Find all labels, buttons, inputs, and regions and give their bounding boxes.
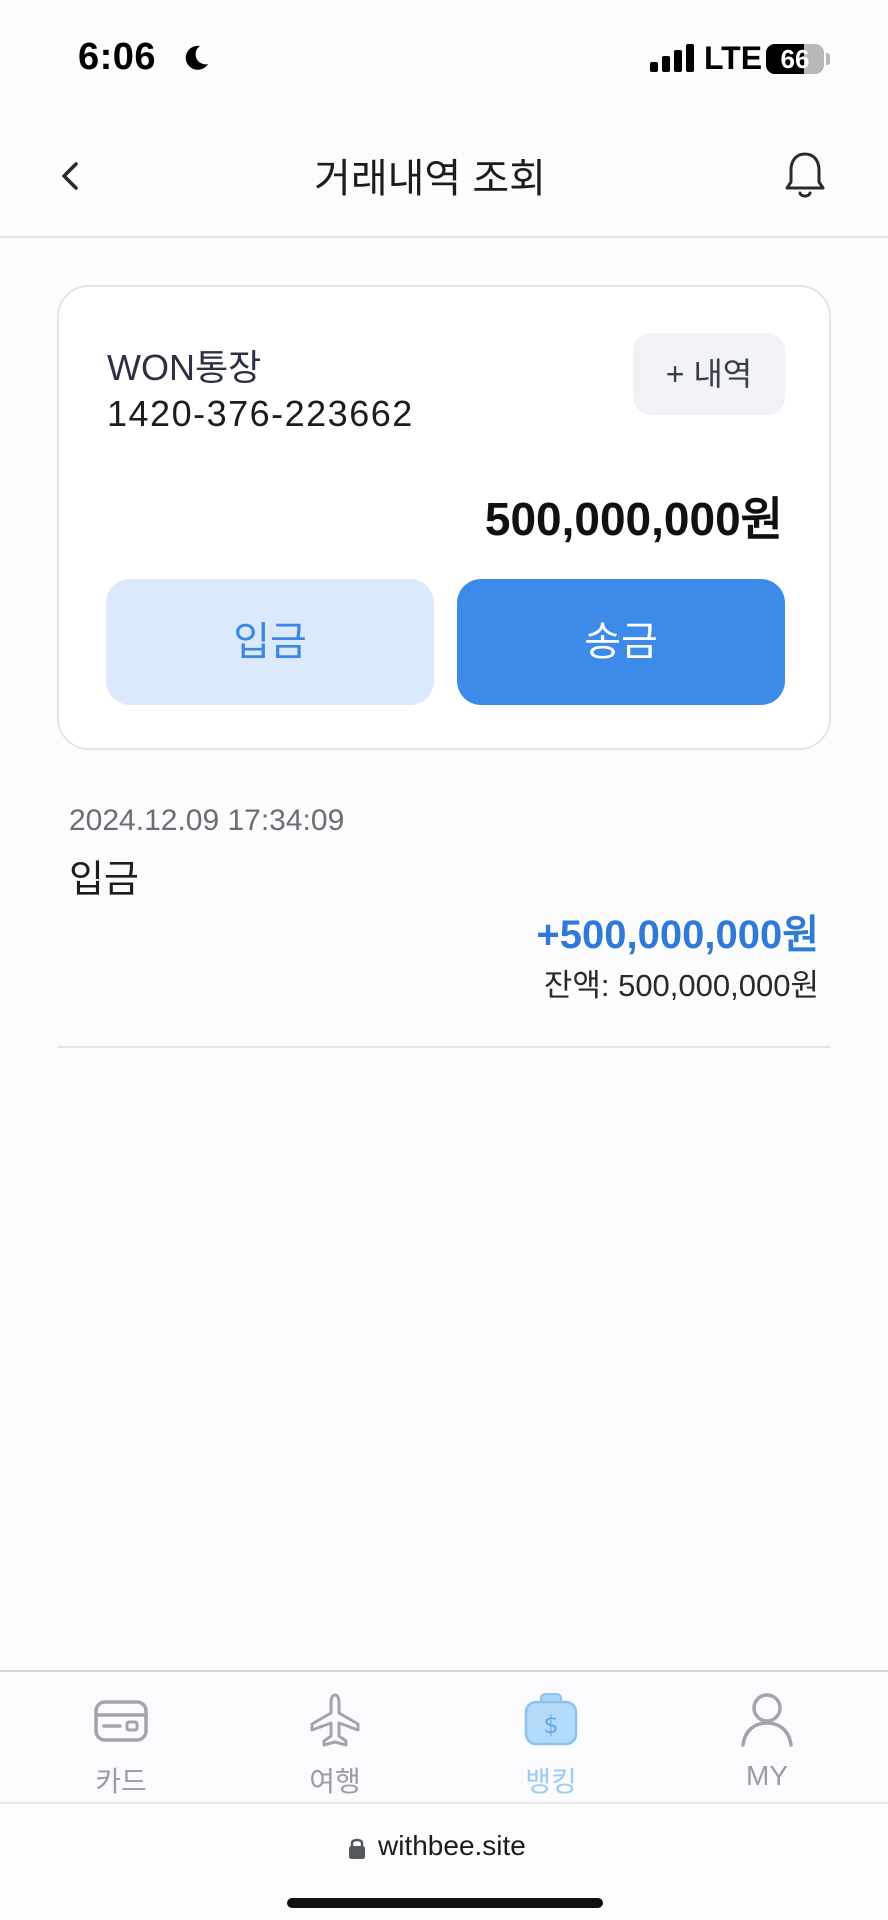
battery-cap (826, 53, 830, 65)
airplane-icon (310, 1693, 360, 1747)
status-time: 6:06 (78, 36, 157, 78)
person-icon (741, 1693, 793, 1747)
tab-travel[interactable]: 여행 (224, 1672, 446, 1804)
transaction-item[interactable]: 2024.12.09 17:34:09 입금 +500,000,000원 잔액:… (57, 790, 831, 1048)
account-balance: 500,000,000원 (484, 493, 783, 545)
battery-level-text: 66 (780, 44, 810, 74)
signal-icon (650, 44, 694, 72)
transaction-balance-after: 잔액: 500,000,000원 (543, 968, 819, 1003)
account-name: WON통장 (107, 347, 262, 388)
deposit-button[interactable]: 입금 (106, 579, 434, 705)
lock-icon (349, 1838, 365, 1859)
network-type: LTE (704, 40, 763, 76)
svg-text:$: $ (543, 1711, 558, 1739)
top-header: 거래내역 조회 (0, 120, 888, 238)
battery-icon: 66 (766, 44, 824, 74)
account-number: 1420-376-223662 (107, 393, 414, 434)
add-history-button[interactable]: + 내역 (633, 333, 785, 415)
tab-travel-label: 여행 (309, 1766, 361, 1797)
bottom-tab-bar: 카드 여행 $ 뱅킹 MY (0, 1670, 888, 1802)
tab-my[interactable]: MY (656, 1672, 878, 1804)
page-title: 거래내역 조회 (314, 157, 546, 201)
money-bag-icon: $ (524, 1693, 578, 1746)
tab-my-label: MY (746, 1760, 788, 1791)
card-icon (94, 1700, 148, 1742)
tab-card[interactable]: 카드 (10, 1672, 232, 1804)
account-card: WON통장 1420-376-223662 + 내역 500,000,000원 … (57, 285, 831, 750)
transaction-datetime: 2024.12.09 17:34:09 (69, 804, 345, 837)
browser-url-bar[interactable]: withbee.site (0, 1802, 888, 1920)
tab-banking-label: 뱅킹 (525, 1766, 577, 1797)
tab-card-label: 카드 (95, 1766, 147, 1797)
transaction-type: 입금 (69, 859, 139, 901)
browser-url[interactable]: withbee.site (378, 1830, 526, 1862)
transaction-amount: +500,000,000원 (536, 913, 819, 957)
bell-icon[interactable] (780, 146, 830, 202)
tab-banking[interactable]: $ 뱅킹 (440, 1672, 662, 1804)
home-indicator (287, 1898, 603, 1908)
transfer-button[interactable]: 송금 (457, 579, 785, 705)
moon-icon (185, 45, 208, 70)
status-bar: 6:06 LTE 66 (0, 0, 888, 120)
